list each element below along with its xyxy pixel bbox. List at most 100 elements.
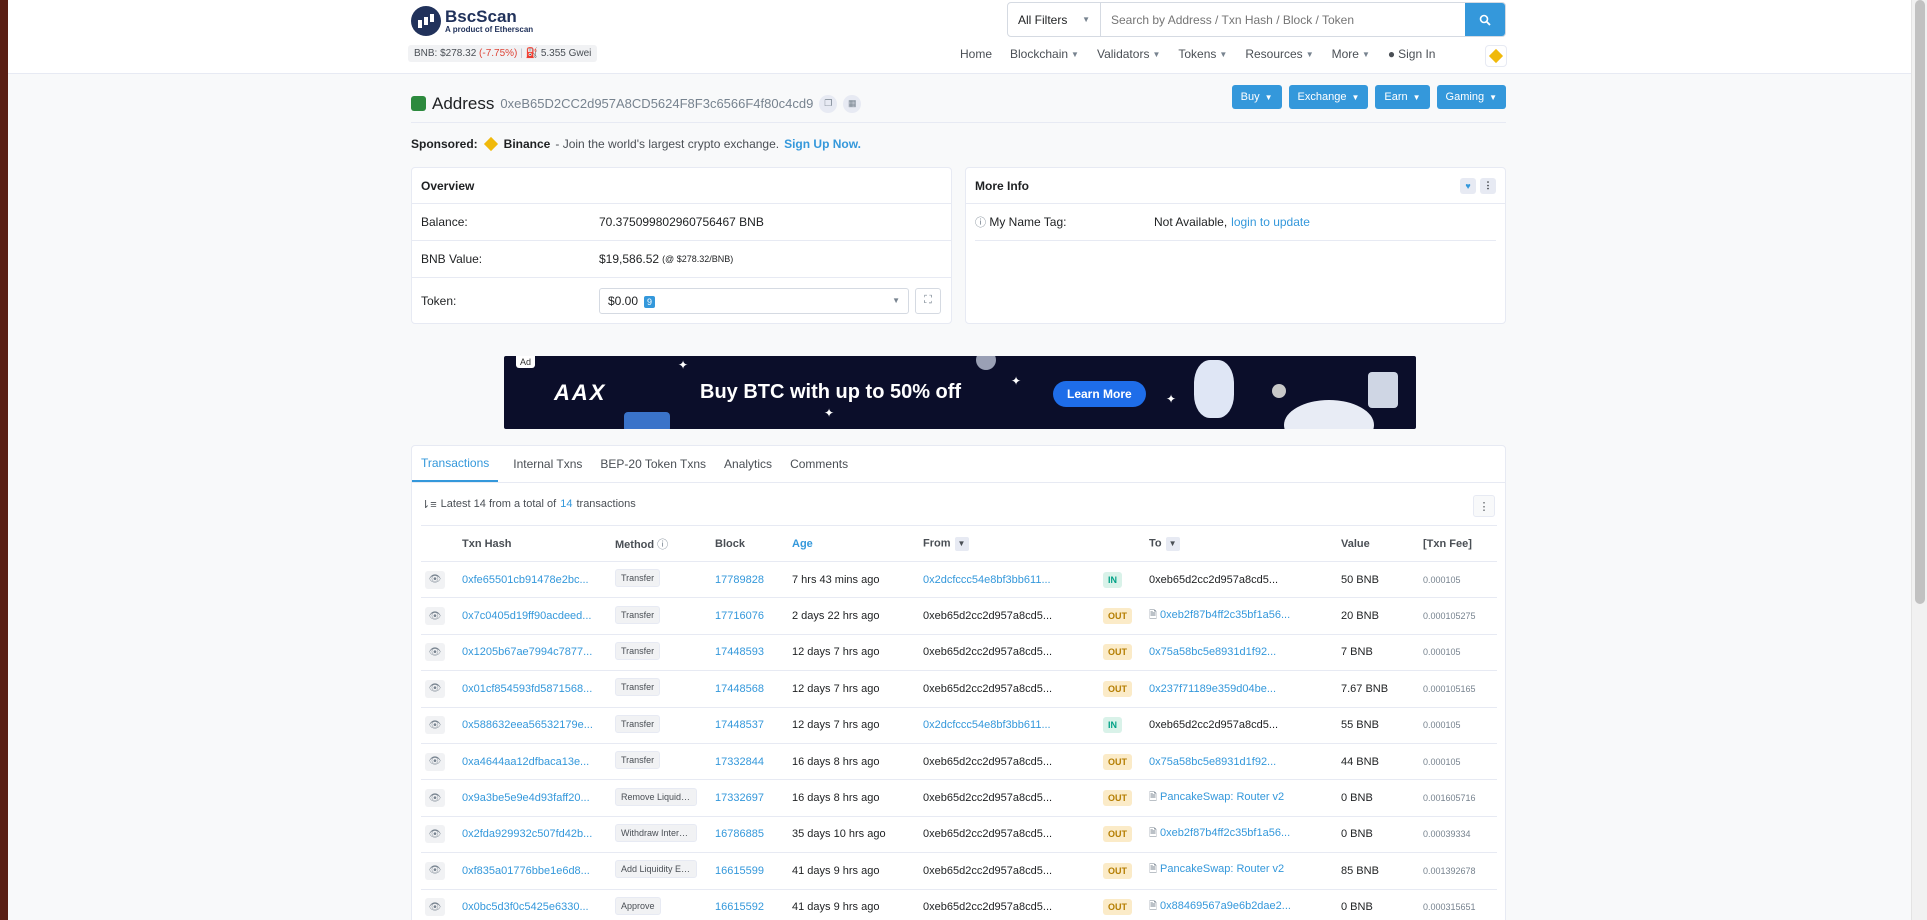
to-address[interactable]: 0xeb2f87b4ff2c35bf1a56... bbox=[1160, 609, 1290, 621]
exchange-button[interactable]: Exchange ▼ bbox=[1288, 85, 1369, 109]
astronaut-graphic bbox=[1194, 360, 1234, 418]
direction-badge: IN bbox=[1103, 571, 1122, 588]
from-address[interactable]: 0x2dcfccc54e8bf3bb611... bbox=[923, 574, 1051, 586]
contract-icon: 🗎 bbox=[1149, 827, 1158, 839]
bnb-price[interactable]: BNB: $278.32 bbox=[414, 48, 476, 59]
to-address[interactable]: PancakeSwap: Router v2 bbox=[1160, 791, 1284, 803]
txn-value: 0 BNB bbox=[1341, 792, 1373, 805]
qr-code-icon[interactable]: ▦ bbox=[843, 94, 862, 113]
expand-icon[interactable]: ⛶ bbox=[915, 287, 941, 314]
eye-icon[interactable]: 👁 bbox=[425, 789, 445, 808]
eye-icon[interactable]: 👁 bbox=[425, 898, 445, 917]
block-link[interactable]: 16786885 bbox=[715, 828, 764, 840]
block-link[interactable]: 17448537 bbox=[715, 719, 764, 731]
buy-button[interactable]: Buy ▼ bbox=[1231, 85, 1282, 109]
block-link[interactable]: 17332697 bbox=[715, 792, 764, 804]
txn-hash-link[interactable]: 0xf835a01776bbe1e6d8... bbox=[462, 865, 590, 877]
col-value: Value bbox=[1337, 525, 1419, 562]
search-icon bbox=[1479, 14, 1491, 26]
copy-icon[interactable]: ❐ bbox=[819, 94, 838, 113]
txn-hash-link[interactable]: 0x7c0405d19ff90acdeed... bbox=[462, 610, 591, 622]
txn-hash-link[interactable]: 0xfe65501cb91478e2bc... bbox=[462, 574, 589, 586]
txn-hash-link[interactable]: 0x588632eea56532179e... bbox=[462, 719, 593, 731]
scrollbar[interactable] bbox=[1911, 0, 1927, 920]
eye-icon[interactable]: 👁 bbox=[425, 679, 445, 698]
binance-icon bbox=[483, 136, 498, 152]
network-switch-button[interactable] bbox=[1485, 45, 1507, 67]
filter-icon[interactable]: ▼ bbox=[1165, 536, 1180, 551]
txn-hash-link[interactable]: 0x9a3be5e9e4d93faff20... bbox=[462, 792, 590, 804]
satellite-graphic bbox=[1368, 372, 1398, 408]
tab-transactions[interactable]: Transactions bbox=[412, 446, 499, 482]
gas-price[interactable]: 5.355 Gwei bbox=[541, 48, 592, 59]
star-icon: ✦ bbox=[678, 358, 689, 372]
txn-hash-link[interactable]: 0x2fda929932c507fd42b... bbox=[462, 828, 592, 840]
eye-icon[interactable]: 👁 bbox=[425, 643, 445, 662]
nav-resources[interactable]: Resources ▼ bbox=[1236, 47, 1322, 61]
login-to-update-link[interactable]: login to update bbox=[1231, 215, 1310, 229]
tab-internal-txns[interactable]: Internal Txns bbox=[504, 446, 591, 482]
to-address[interactable]: 0x237f71189e359d04be... bbox=[1149, 683, 1276, 695]
txn-value: 0 BNB bbox=[1341, 901, 1373, 914]
txn-value: 20 BNB bbox=[1341, 610, 1379, 623]
block-link[interactable]: 17448593 bbox=[715, 646, 764, 658]
nav-home[interactable]: Home bbox=[951, 47, 1001, 61]
block-link[interactable]: 17332844 bbox=[715, 756, 764, 768]
name-tag-label: My Name Tag: bbox=[989, 215, 1067, 229]
gaming-button[interactable]: Gaming ▼ bbox=[1436, 85, 1506, 109]
txn-hash-link[interactable]: 0x01cf854593fd5871568... bbox=[462, 683, 592, 695]
sign-in-link[interactable]: ● Sign In bbox=[1379, 47, 1445, 61]
block-link[interactable]: 17448568 bbox=[715, 683, 764, 695]
brand-tagline: A product of Etherscan bbox=[445, 25, 534, 34]
block-link[interactable]: 17789828 bbox=[715, 574, 764, 586]
ad-learn-more-button[interactable]: Learn More bbox=[1053, 381, 1146, 407]
scrollbar-thumb[interactable] bbox=[1915, 0, 1925, 604]
to-address[interactable]: 0x75a58bc5e8931d1f92... bbox=[1149, 756, 1276, 768]
eye-icon[interactable]: 👁 bbox=[425, 607, 445, 626]
txn-hash-link[interactable]: 0x1205b67ae7994c7877... bbox=[462, 646, 592, 658]
ad-banner[interactable]: Ad AAX Buy BTC with up to 50% off Learn … bbox=[504, 356, 1416, 429]
eye-icon[interactable]: 👁 bbox=[425, 570, 445, 589]
eye-icon[interactable]: 👁 bbox=[425, 825, 445, 844]
from-address[interactable]: 0x2dcfccc54e8bf3bb611... bbox=[923, 719, 1051, 731]
search-filter-select[interactable]: All Filters ▼ bbox=[1008, 3, 1101, 36]
chevron-down-icon: ▼ bbox=[892, 296, 900, 305]
eye-icon[interactable]: 👁 bbox=[425, 716, 445, 735]
search-input[interactable] bbox=[1101, 3, 1465, 36]
search-button[interactable] bbox=[1465, 3, 1505, 36]
table-options-icon[interactable]: ⋮ bbox=[1473, 495, 1495, 517]
table-row: 👁 0x2fda929932c507fd42b... Withdraw Intere… bbox=[421, 816, 1497, 854]
heart-icon[interactable]: ♥ bbox=[1460, 177, 1476, 194]
filter-icon[interactable]: ▼ bbox=[954, 536, 969, 551]
nav-tokens[interactable]: Tokens ▼ bbox=[1169, 47, 1236, 61]
nav-validators[interactable]: Validators ▼ bbox=[1088, 47, 1169, 61]
tab-comments[interactable]: Comments bbox=[781, 446, 857, 482]
eye-icon[interactable]: 👁 bbox=[425, 752, 445, 771]
block-link[interactable]: 17716076 bbox=[715, 610, 764, 622]
block-link[interactable]: 16615599 bbox=[715, 865, 764, 877]
nav-blockchain[interactable]: Blockchain ▼ bbox=[1001, 47, 1088, 61]
sponsor-text: - Join the world's largest crypto exchan… bbox=[555, 137, 780, 151]
token-holdings-dropdown[interactable]: $0.00 9 ▼ bbox=[599, 287, 909, 314]
to-address[interactable]: 0x88469567a9e6b2dae2... bbox=[1160, 900, 1291, 912]
txn-hash-link[interactable]: 0xa4644aa12dfbaca13e... bbox=[462, 756, 589, 768]
txn-hash-link[interactable]: 0x0bc5d3f0c5425e6330... bbox=[462, 901, 589, 913]
site-logo[interactable]: BscScan A product of Etherscan bbox=[411, 6, 533, 36]
star-icon: ✦ bbox=[824, 406, 835, 420]
to-address[interactable]: PancakeSwap: Router v2 bbox=[1160, 863, 1284, 875]
eye-icon[interactable]: 👁 bbox=[425, 861, 445, 880]
col-age[interactable]: Age bbox=[788, 525, 919, 562]
ad-tag: Ad bbox=[516, 356, 536, 368]
more-options-icon[interactable]: ⋮ bbox=[1480, 177, 1496, 194]
txn-count-link[interactable]: 14 bbox=[560, 498, 572, 510]
tab-analytics[interactable]: Analytics bbox=[715, 446, 781, 482]
to-address[interactable]: 0x75a58bc5e8931d1f92... bbox=[1149, 646, 1276, 658]
coin-graphic bbox=[976, 356, 996, 370]
to-address[interactable]: 0xeb2f87b4ff2c35bf1a56... bbox=[1160, 827, 1290, 839]
nav-more[interactable]: More ▼ bbox=[1323, 47, 1379, 61]
earn-button[interactable]: Earn ▼ bbox=[1375, 85, 1430, 109]
sponsor-signup-link[interactable]: Sign Up Now. bbox=[784, 137, 861, 151]
block-link[interactable]: 16615592 bbox=[715, 901, 764, 913]
contract-icon: 🗎 bbox=[1149, 609, 1158, 621]
tab-bep20-token-txns[interactable]: BEP-20 Token Txns bbox=[591, 446, 715, 482]
